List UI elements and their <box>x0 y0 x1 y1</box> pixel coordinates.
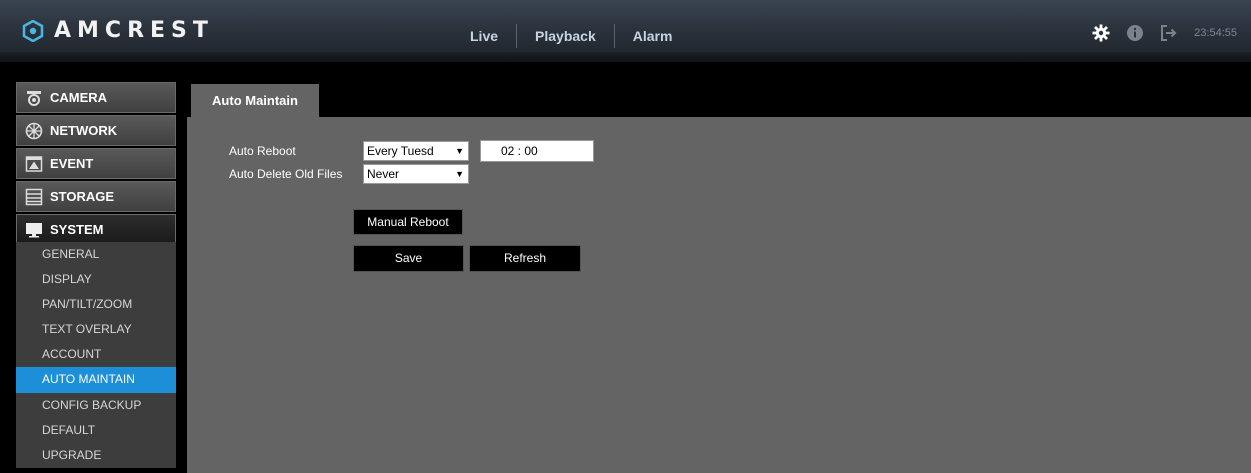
menu-label: CAMERA <box>50 90 108 105</box>
dropdown-arrow-icon: ▼ <box>455 169 464 179</box>
storage-icon <box>25 188 43 206</box>
tab-auto-maintain[interactable]: Auto Maintain <box>191 84 319 117</box>
info-icon[interactable] <box>1126 24 1144 42</box>
system-submenu: GENERAL DISPLAY PAN/TILT/ZOOM TEXT OVERL… <box>16 242 176 468</box>
menu-storage[interactable]: STORAGE <box>16 181 176 212</box>
network-icon <box>25 122 43 140</box>
refresh-button[interactable]: Refresh <box>469 245 581 272</box>
menu-camera[interactable]: CAMERA <box>16 82 176 113</box>
manual-reboot-button[interactable]: Manual Reboot <box>353 209 463 235</box>
auto-delete-value: Never <box>367 167 400 181</box>
reboot-time-value: 02 : 00 <box>501 144 538 158</box>
submenu-config-backup[interactable]: CONFIG BACKUP <box>16 393 176 418</box>
nav-alarm[interactable]: Alarm <box>615 28 691 44</box>
submenu-upgrade[interactable]: UPGRADE <box>16 443 176 468</box>
amcrest-logo: AMCREST <box>22 18 214 43</box>
active-indicator <box>1052 53 1080 59</box>
brand-name: AMCREST <box>54 18 214 43</box>
content-area: Auto Maintain Auto Reboot Every Tuesd ▼ … <box>187 62 1251 473</box>
main-nav: Live Playback Alarm <box>452 24 690 48</box>
menu-network[interactable]: NETWORK <box>16 115 176 146</box>
nav-live[interactable]: Live <box>452 28 516 44</box>
settings-panel: Auto Reboot Every Tuesd ▼ 02 : 00 Auto D… <box>187 117 1251 473</box>
auto-delete-select[interactable]: Never ▼ <box>363 164 469 184</box>
app-window: AMCREST Live Playback Alarm 23:54:55 CAM… <box>0 0 1251 473</box>
save-button[interactable]: Save <box>353 245 464 272</box>
toolbar: 23:54:55 <box>1092 24 1237 42</box>
menu-label: STORAGE <box>50 189 115 204</box>
menu-label: NETWORK <box>50 123 118 138</box>
submenu-auto-maintain[interactable]: AUTO MAINTAIN <box>16 367 176 393</box>
menu-system[interactable]: SYSTEM <box>16 214 176 245</box>
auto-reboot-label: Auto Reboot <box>229 144 296 158</box>
clock-display: 23:54:55 <box>1194 27 1237 39</box>
logout-icon[interactable] <box>1160 24 1178 42</box>
reboot-time-input[interactable]: 02 : 00 <box>480 140 594 162</box>
menu-label: SYSTEM <box>50 222 104 237</box>
submenu-display[interactable]: DISPLAY <box>16 267 176 292</box>
sidebar: CAMERA NETWORK EVENT STORAGE SYSTEM GENE… <box>0 62 187 473</box>
top-bar: AMCREST Live Playback Alarm 23:54:55 <box>0 0 1251 62</box>
gear-icon[interactable] <box>1092 24 1110 42</box>
submenu-pan-tilt-zoom[interactable]: PAN/TILT/ZOOM <box>16 292 176 317</box>
camera-icon <box>25 89 43 107</box>
menu-event[interactable]: EVENT <box>16 148 176 179</box>
event-icon <box>25 155 43 173</box>
menu-label: EVENT <box>50 156 94 171</box>
nav-playback[interactable]: Playback <box>517 28 614 44</box>
reboot-day-value: Every Tuesd <box>367 144 434 158</box>
submenu-general[interactable]: GENERAL <box>16 242 176 267</box>
reboot-day-select[interactable]: Every Tuesd ▼ <box>363 141 469 161</box>
logo-mark-icon <box>22 19 44 42</box>
monitor-icon <box>25 221 43 239</box>
main-menu: CAMERA NETWORK EVENT STORAGE SYSTEM <box>16 82 176 247</box>
tab-bar: Auto Maintain <box>187 62 1251 117</box>
submenu-account[interactable]: ACCOUNT <box>16 342 176 367</box>
auto-delete-label: Auto Delete Old Files <box>229 167 343 181</box>
dropdown-arrow-icon: ▼ <box>455 146 464 156</box>
submenu-default[interactable]: DEFAULT <box>16 418 176 443</box>
submenu-text-overlay[interactable]: TEXT OVERLAY <box>16 317 176 342</box>
